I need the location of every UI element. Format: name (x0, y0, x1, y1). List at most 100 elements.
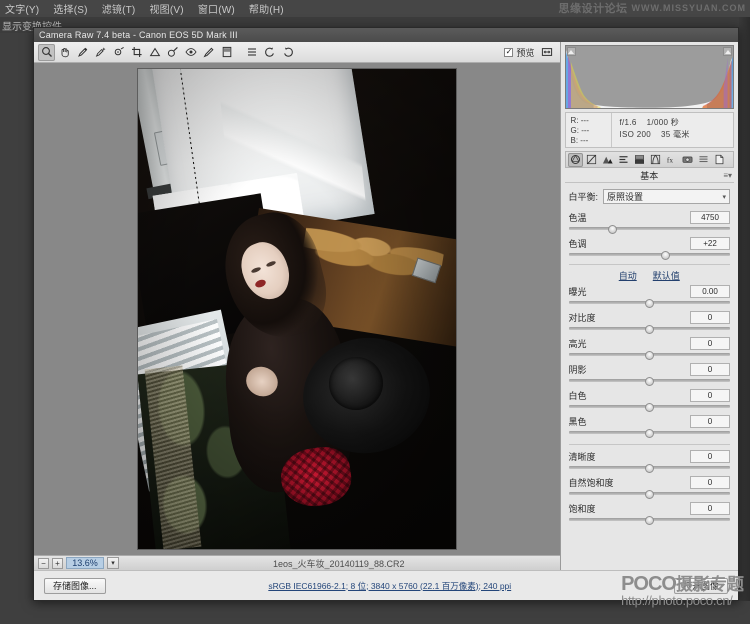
tab-presets[interactable] (696, 153, 711, 167)
slider-contrast: 对比度 0 (569, 311, 731, 334)
open-image-button[interactable]: 打开图像 (674, 578, 728, 594)
split-toning-icon (634, 154, 645, 165)
slider-vibrance-track[interactable] (569, 490, 731, 499)
tab-split-toning[interactable] (632, 153, 647, 167)
white-balance-tool-button[interactable] (74, 44, 91, 61)
chevron-down-icon: ▾ (722, 193, 726, 201)
photo-frame (137, 68, 457, 550)
tab-camera-calibration[interactable] (680, 153, 695, 167)
spot-removal-icon (167, 46, 179, 58)
slider-whites-track[interactable] (569, 403, 731, 412)
preview-toggle[interactable]: ✓ 预览 (504, 46, 534, 59)
slider-temp-value[interactable]: 4750 (690, 211, 730, 224)
slider-shadows-track[interactable] (569, 377, 731, 386)
panel-menu-button[interactable]: ≡▾ (723, 171, 732, 180)
slider-highlights-knob[interactable] (645, 351, 654, 360)
tab-lens-correction[interactable] (648, 153, 663, 167)
aperture-value: f/1.6 (620, 118, 637, 127)
slider-contrast-value[interactable]: 0 (690, 311, 730, 324)
image-canvas[interactable] (34, 63, 560, 555)
slider-blacks-knob[interactable] (645, 429, 654, 438)
menu-item-5[interactable]: 帮助(H) (249, 1, 284, 16)
tab-effects[interactable]: fx (664, 153, 679, 167)
graduated-filter-tool-button[interactable] (218, 44, 235, 61)
slider-vibrance-value[interactable]: 0 (690, 476, 730, 489)
dialog-body: ✓ 预览 (34, 42, 738, 570)
slider-exposure-track[interactable] (569, 299, 731, 308)
slider-exposure-value[interactable]: 0.00 (690, 285, 730, 298)
preferences-tool-button[interactable] (243, 44, 260, 61)
slider-highlights-value[interactable]: 0 (690, 337, 730, 350)
crop-icon (131, 46, 143, 58)
r-label: R: (571, 116, 579, 125)
straighten-tool-button[interactable] (146, 44, 163, 61)
tab-basic[interactable] (568, 153, 583, 167)
menu-item-1[interactable]: 选择(S) (53, 1, 87, 16)
panel-title: 基本 (640, 169, 658, 182)
zoom-dropdown-caret[interactable]: ▾ (107, 557, 119, 569)
slider-temp-track[interactable] (569, 225, 731, 234)
menu-item-0[interactable]: 文字(Y) (5, 1, 39, 16)
slider-temp-knob[interactable] (608, 225, 617, 234)
tab-snapshots[interactable] (712, 153, 727, 167)
color-sampler-tool-button[interactable] (92, 44, 109, 61)
slider-tint-track[interactable] (569, 251, 731, 260)
preview-checkbox[interactable]: ✓ (504, 48, 513, 57)
slider-saturation-track[interactable] (569, 516, 731, 525)
hand-tool-button[interactable] (56, 44, 73, 61)
auto-link[interactable]: 自动 (619, 269, 637, 282)
slider-contrast-knob[interactable] (645, 325, 654, 334)
menu-item-2[interactable]: 滤镜(T) (102, 1, 136, 16)
toolbar-right-group: ✓ 预览 (504, 44, 555, 61)
rotate-ccw-button[interactable] (261, 44, 278, 61)
slider-exposure-knob[interactable] (645, 299, 654, 308)
tab-detail[interactable] (600, 153, 615, 167)
slider-clarity-knob[interactable] (645, 464, 654, 473)
adjustment-brush-tool-button[interactable] (200, 44, 217, 61)
zoom-out-button[interactable]: − (38, 558, 49, 569)
auto-default-row: 自动 默认值 (569, 264, 731, 282)
slider-shadows-value[interactable]: 0 (690, 363, 730, 376)
slider-saturation-value[interactable]: 0 (690, 502, 730, 515)
tab-tone-curve[interactable] (584, 153, 599, 167)
photoshop-workspace: 文字(Y)选择(S)滤镜(T)视图(V)窗口(W)帮助(H) 显示变换控件 思缘… (0, 0, 750, 624)
zoom-level-value[interactable]: 13.6% (66, 557, 104, 569)
slider-blacks-value[interactable]: 0 (690, 415, 730, 428)
crop-tool-button[interactable] (128, 44, 145, 61)
targeted-adjustment-tool-button[interactable] (110, 44, 127, 61)
slider-tint-knob[interactable] (661, 251, 670, 260)
zoom-tool-button[interactable] (38, 44, 55, 61)
slider-saturation-knob[interactable] (645, 516, 654, 525)
slider-blacks-track[interactable] (569, 429, 731, 438)
menu-item-3[interactable]: 视图(V) (149, 1, 183, 16)
white-balance-label: 白平衡: (569, 190, 599, 203)
slider-shadows-knob[interactable] (645, 377, 654, 386)
shadow-clipping-warning[interactable] (567, 47, 576, 56)
white-balance-select[interactable]: 原照设置 ▾ (603, 189, 730, 204)
rotate-cw-button[interactable] (279, 44, 296, 61)
fullscreen-toggle-button[interactable] (539, 44, 556, 61)
default-link[interactable]: 默认值 (653, 269, 680, 282)
slider-whites-value[interactable]: 0 (690, 389, 730, 402)
workflow-options-link[interactable]: sRGB IEC61966-2.1; 8 位; 3840 x 5760 (22.… (106, 580, 674, 592)
slider-contrast-track[interactable] (569, 325, 731, 334)
spot-removal-tool-button[interactable] (164, 44, 181, 61)
zoom-in-button[interactable]: + (52, 558, 63, 569)
detail-triangles-icon (602, 154, 613, 165)
slider-clarity: 清晰度 0 (569, 450, 731, 473)
slider-vibrance-knob[interactable] (645, 490, 654, 499)
highlight-clipping-warning[interactable] (723, 47, 732, 56)
fullscreen-icon (541, 46, 553, 58)
exif-readout: R: --- G: --- B: --- f/1.6 1/000 秒 (565, 112, 735, 148)
slider-whites-knob[interactable] (645, 403, 654, 412)
slider-clarity-value[interactable]: 0 (690, 450, 730, 463)
slider-exposure-label: 曝光 (569, 285, 691, 298)
slider-tint-value[interactable]: +22 (690, 237, 730, 250)
tab-hsl[interactable] (616, 153, 631, 167)
slider-clarity-track[interactable] (569, 464, 731, 473)
red-eye-tool-button[interactable] (182, 44, 199, 61)
right-dock-strip (739, 17, 750, 601)
slider-highlights-track[interactable] (569, 351, 731, 360)
menu-item-4[interactable]: 窗口(W) (198, 1, 235, 16)
save-image-button[interactable]: 存储图像... (44, 578, 106, 594)
